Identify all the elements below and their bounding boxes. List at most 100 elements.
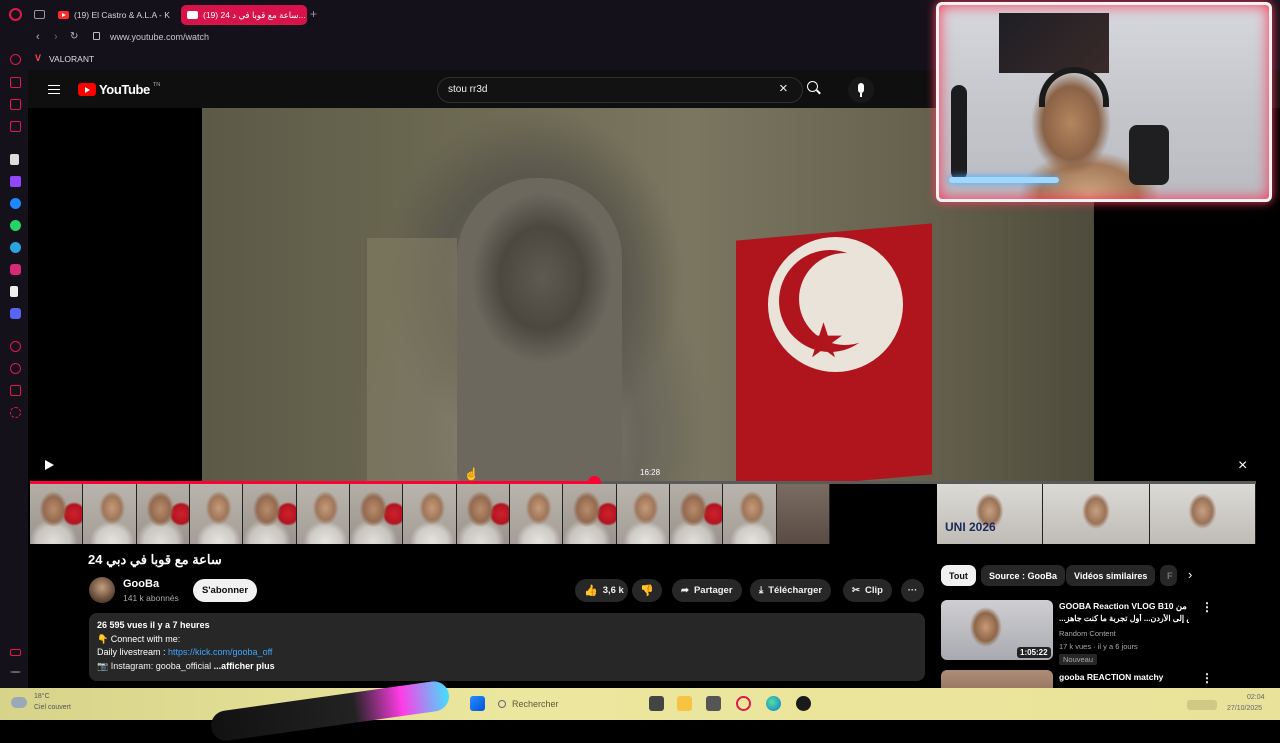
opera-gx-taskbar-icon[interactable] (736, 696, 751, 711)
reload-icon[interactable]: ↻ (70, 31, 78, 42)
storyboard-strip[interactable] (30, 484, 830, 544)
storyboard-frame[interactable] (669, 484, 724, 544)
edge-icon[interactable] (766, 696, 781, 711)
sidebar-twitch-icon[interactable] (10, 176, 21, 187)
storyboard-frame[interactable] (509, 484, 564, 544)
weather-icon[interactable] (11, 697, 27, 708)
sidebar-tv-icon[interactable] (10, 121, 21, 132)
windows-taskbar: 18°C Ciel couvert 02:04 27/10/2025 (0, 679, 1280, 743)
storyboard-frame[interactable] (243, 484, 297, 544)
storyboard-frame[interactable] (616, 484, 670, 544)
sidebar-player-icon[interactable] (10, 341, 21, 352)
dislike-button[interactable]: 👎 (632, 579, 662, 602)
sidebar-bag-icon[interactable] (10, 77, 21, 88)
chrome-app-icon[interactable] (796, 696, 811, 711)
storyboard-frame[interactable] (30, 484, 84, 544)
weather-desc[interactable]: Ciel couvert (34, 704, 71, 711)
recommendation-title[interactable]: GOOBA Reaction VLOG B10 من (1059, 601, 1187, 612)
voice-search-button[interactable] (848, 77, 874, 103)
recommendation-menu-icon[interactable]: ⋮ (1201, 600, 1213, 614)
store-icon[interactable] (706, 696, 721, 711)
livestream-link[interactable]: https://kick.com/gooba_off (168, 647, 272, 657)
youtube-logo[interactable]: YouTube TN (78, 82, 160, 97)
back-icon[interactable]: ‹ (36, 31, 40, 43)
sidebar-settings-icon[interactable] (10, 407, 21, 418)
sidebar-history-icon[interactable] (10, 54, 21, 65)
workspaces-icon[interactable] (34, 10, 45, 19)
share-button[interactable]: ➦ Partager (672, 579, 742, 602)
start-windows-icon[interactable] (470, 696, 485, 711)
taskbar-search[interactable]: Rechercher (498, 695, 638, 713)
sidebar-tiktok-icon[interactable] (10, 286, 18, 297)
sidebar-more-icon[interactable] (10, 671, 21, 673)
country-code: TN (152, 82, 161, 88)
related-videos-strip[interactable]: UNI 2026 (937, 484, 1256, 544)
storyboard-frame[interactable] (403, 484, 457, 544)
bookmark-valorant[interactable]: VALORANT (49, 54, 94, 64)
recommendation-channel[interactable]: Random Content (1059, 629, 1116, 638)
headset (1039, 67, 1109, 107)
url-field[interactable]: www.youtube.com/watch (110, 32, 209, 42)
sidebar-gx-icon[interactable] (10, 649, 21, 656)
sidebar-discord-icon[interactable] (10, 308, 21, 319)
storyboard-frame[interactable] (723, 484, 777, 544)
browser-tab-2-active[interactable]: (19) 24 ساعة مع قوبا في د... (181, 5, 307, 25)
search-input[interactable]: stou rr3d (448, 84, 487, 95)
recommendation-title-line2[interactable]: ...ليس إلى الأردن... أول تجربة ما كنت جا… (1059, 614, 1189, 623)
chip-similar[interactable]: Vidéos similaires (1066, 565, 1156, 586)
search-button[interactable] (807, 81, 821, 95)
storyboard-frame[interactable] (189, 484, 244, 544)
storyboard-frame[interactable] (136, 484, 190, 544)
download-button[interactable]: ⤓ Télécharger (750, 579, 832, 602)
sidebar-whatsapp-icon[interactable] (10, 220, 21, 231)
browser-tab-1[interactable]: (19) El Castro & A.L.A - K (52, 5, 174, 25)
chip-partial[interactable]: F (1160, 565, 1177, 586)
description-box[interactable]: 26 595 vues il y a 7 heures 👇 Connect wi… (89, 613, 925, 681)
storyboard-frame[interactable] (296, 484, 350, 544)
storyboard-frame[interactable] (456, 484, 510, 544)
opera-logo-icon[interactable] (9, 8, 22, 21)
tray-icons[interactable] (1187, 700, 1217, 710)
sidebar-game-icon[interactable] (10, 99, 21, 110)
sidebar-messenger-icon[interactable] (10, 198, 21, 209)
show-date[interactable]: 02:04 (1247, 694, 1265, 701)
sidebar-instagram-icon[interactable] (10, 264, 21, 275)
storyboard-frame[interactable] (776, 484, 830, 544)
more-actions-button[interactable]: ··· (901, 579, 924, 602)
recommendation-title[interactable]: gooba REACTION matchy (1059, 672, 1163, 682)
show-more-link[interactable]: ...afficher plus (214, 661, 275, 671)
related-video-thumb[interactable] (1043, 484, 1150, 544)
file-explorer-icon[interactable] (677, 696, 692, 711)
new-tab-button[interactable]: + (310, 7, 317, 21)
youtube-favicon-icon (187, 11, 198, 19)
like-button[interactable]: 👍 3,6 k (575, 579, 628, 602)
task-view-icon[interactable] (649, 696, 664, 711)
storyboard-frame[interactable] (83, 484, 137, 544)
chip-all[interactable]: Tout (941, 565, 976, 586)
sidebar-extensions-icon[interactable] (10, 385, 21, 396)
forward-icon[interactable]: › (54, 31, 58, 43)
channel-name[interactable]: GooBa (123, 578, 159, 590)
sidebar-clock-icon[interactable] (10, 363, 21, 374)
recommendation-menu-icon[interactable]: ⋮ (1201, 671, 1213, 685)
sidebar-telegram-icon[interactable] (10, 242, 21, 253)
search-box[interactable]: stou rr3d × (437, 77, 803, 103)
recommendation-thumbnail[interactable] (941, 670, 1053, 688)
subscribe-button[interactable]: S'abonner (193, 579, 257, 602)
clip-button[interactable]: ✂ Clip (843, 579, 892, 602)
close-storyboard-icon[interactable]: × (1238, 457, 1247, 475)
show-date-full[interactable]: 27/10/2025 (1227, 705, 1262, 712)
related-video-thumb[interactable] (1149, 484, 1256, 544)
related-video-thumb[interactable]: UNI 2026 (937, 484, 1044, 544)
weather-temp[interactable]: 18°C (34, 693, 50, 700)
sidebar-aria-icon[interactable] (10, 154, 19, 165)
clear-search-icon[interactable]: × (779, 80, 788, 97)
chip-source[interactable]: Source : GooBa (981, 565, 1066, 586)
menu-icon[interactable] (48, 85, 60, 94)
mouse-cursor-icon: ☝ (464, 467, 479, 481)
channel-avatar[interactable] (89, 577, 115, 603)
play-button-icon[interactable] (45, 460, 54, 470)
storyboard-frame[interactable] (349, 484, 404, 544)
storyboard-frame[interactable] (563, 484, 617, 544)
chips-next-icon[interactable]: › (1188, 567, 1192, 582)
